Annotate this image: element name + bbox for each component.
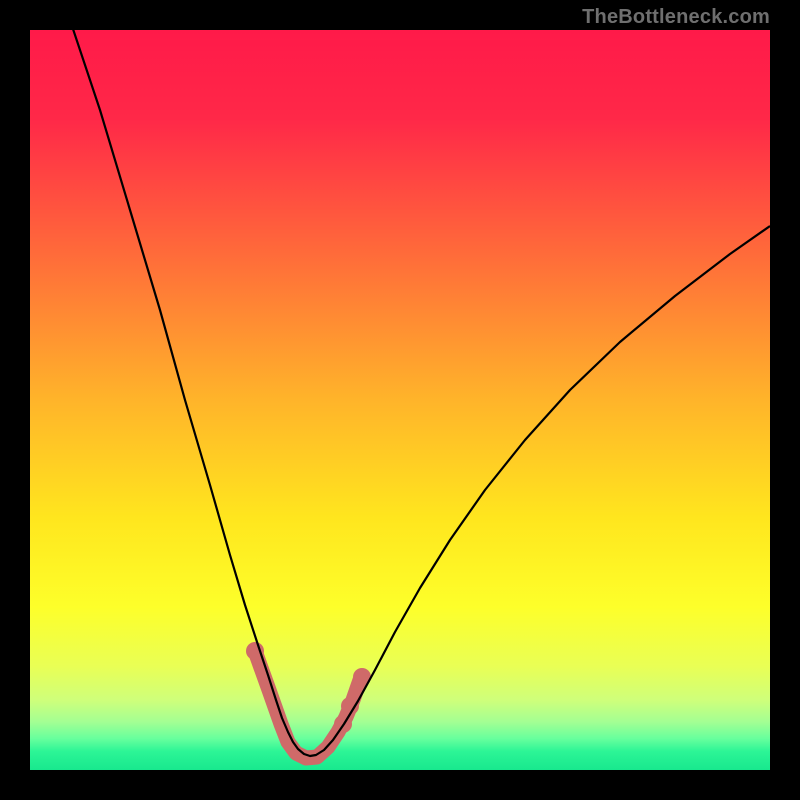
curve-layer bbox=[30, 30, 770, 770]
bottleneck-curve bbox=[70, 30, 770, 756]
frame: TheBottleneck.com bbox=[0, 0, 800, 800]
plot-area bbox=[30, 30, 770, 770]
watermark-text: TheBottleneck.com bbox=[582, 6, 770, 29]
